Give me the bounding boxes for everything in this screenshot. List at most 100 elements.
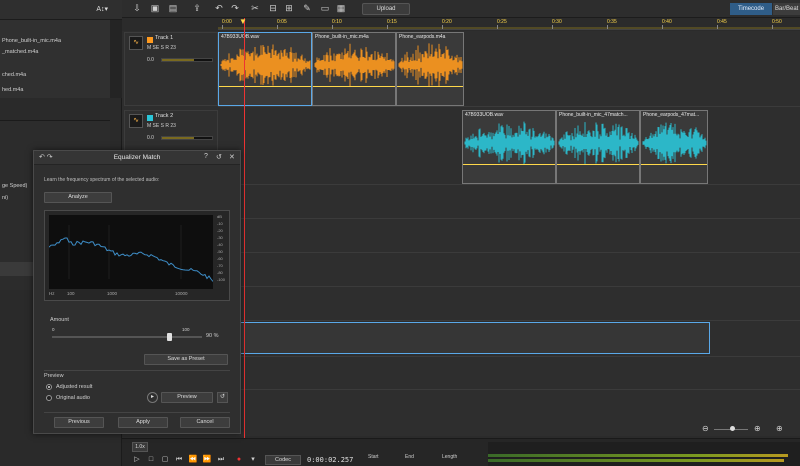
media-file-item[interactable]: _matched.m4a (2, 49, 38, 55)
undo-icon[interactable]: ↶ (214, 3, 224, 13)
audio-clip[interactable]: Phone_earpods_47mat... (640, 110, 708, 184)
font-size-button[interactable]: A↕▾ (96, 5, 108, 13)
clip-volume-line[interactable] (313, 86, 395, 87)
track-color-swatch[interactable] (147, 37, 153, 43)
timecode-toggle[interactable]: Timecode (730, 3, 772, 15)
y-tick: -20 (217, 228, 223, 233)
original-audio-radio[interactable] (46, 395, 52, 401)
effects-list-item[interactable]: ni) (2, 195, 8, 201)
zoom-in-icon[interactable]: ⊕ (754, 424, 761, 433)
track-name[interactable]: Track 1 (155, 35, 173, 41)
effects-list-item[interactable]: ge Speed) (2, 183, 27, 189)
help-icon[interactable]: ? (204, 153, 208, 160)
preview-loop-icon[interactable]: ↺ (217, 392, 228, 403)
zoom-out-icon[interactable]: ⊖ (702, 424, 709, 433)
stop-icon[interactable]: □ (146, 455, 156, 465)
cut-icon[interactable]: ✂ (250, 3, 260, 13)
track-name[interactable]: Track 2 (155, 113, 173, 119)
ruler-label: 0:35 (607, 19, 617, 25)
dialog-titlebar[interactable]: ↶ ↷ Equalizer Match ? ↺ ✕ (34, 151, 240, 165)
import-icon[interactable]: ⇩ (132, 3, 142, 13)
media-file-item[interactable]: ched.m4a (2, 72, 26, 78)
trim-icon[interactable]: ⊞ (284, 3, 294, 13)
ruler-label: 0:45 (717, 19, 727, 25)
clip-volume-line[interactable] (219, 86, 311, 87)
codec-dropdown[interactable]: Codec (265, 455, 301, 465)
media-file-list[interactable]: Phone_built-in_mic.m4a _matched.m4a ched… (0, 20, 110, 98)
play-icon[interactable]: ▷ (132, 455, 142, 465)
audio-clip[interactable]: 47B933UOB.wav (218, 32, 312, 106)
playback-zoom[interactable]: 1.0x (132, 442, 148, 452)
audio-clip[interactable]: Phone_built-in_mic.m4a (312, 32, 396, 106)
track-color-swatch[interactable] (147, 115, 153, 121)
analyze-button[interactable]: Analyze (44, 192, 112, 203)
zoom-slider-knob[interactable] (730, 426, 735, 431)
adjusted-result-radio[interactable] (46, 384, 52, 390)
playhead[interactable] (244, 18, 245, 438)
media-file-item[interactable]: hed.m4a (2, 87, 23, 93)
ruler-label: 0:20 (442, 19, 452, 25)
rewind-icon[interactable]: ⏪ (188, 455, 198, 465)
adjusted-result-label[interactable]: Adjusted result (56, 384, 92, 390)
upload-button[interactable]: Upload (362, 3, 410, 15)
split-icon[interactable]: ⊟ (268, 3, 278, 13)
clip-volume-line[interactable] (557, 164, 639, 165)
record-icon[interactable]: ● (234, 455, 244, 465)
clip-waveform (642, 122, 707, 164)
track-controls[interactable]: M SE S R 23 (147, 45, 176, 51)
track-controls[interactable]: M SE S R 23 (147, 123, 176, 129)
lane-divider (218, 218, 800, 219)
audio-clip[interactable]: Phone_built-in_mic_47match... (556, 110, 640, 184)
playhead-handle[interactable]: ▼ (239, 18, 249, 26)
preview-section-label: Preview (44, 373, 64, 379)
apply-button[interactable]: Apply (118, 417, 168, 428)
audio-level-meter (488, 442, 800, 466)
pause-icon[interactable]: ▢ (160, 455, 170, 465)
prev-icon[interactable]: ⏮ (174, 455, 184, 465)
ruler-tick (717, 25, 718, 29)
media-file-item[interactable]: Phone_built-in_mic.m4a (2, 38, 61, 44)
save-icon[interactable]: ▤ (168, 3, 178, 13)
track-volume-slider[interactable] (161, 58, 213, 62)
track-volume-slider[interactable] (161, 136, 213, 140)
clip-volume-line[interactable] (397, 86, 463, 87)
time-ruler[interactable]: 0:00 0:05 0:10 0:15 0:20 0:25 0:30 0:35 0:40 0:45… (218, 18, 800, 30)
audio-clip[interactable]: 47B933UOB.wav (462, 110, 556, 184)
close-icon[interactable]: ✕ (229, 153, 235, 161)
ruler-label: 0:15 (387, 19, 397, 25)
amount-slider-knob[interactable] (167, 333, 172, 341)
cancel-button[interactable]: Cancel (180, 417, 230, 428)
preview-button[interactable]: Preview (161, 392, 213, 403)
spectrum-graph-box: dB -10 -20 -30 -40 -50 -60 -70 -80 -100 … (44, 210, 230, 301)
bar-beat-toggle[interactable]: Bar/Beat (773, 3, 800, 15)
reset-icon[interactable]: ↺ (216, 153, 222, 161)
markers-icon[interactable]: ▦ (336, 3, 346, 13)
media-list-scrollbar[interactable] (110, 20, 122, 98)
amount-slider[interactable] (52, 333, 202, 341)
export-icon[interactable]: ⇪ (192, 3, 202, 13)
mix-icon[interactable]: ▭ (320, 3, 330, 13)
forward-icon[interactable]: ⏩ (202, 455, 212, 465)
ruler-label: 0:25 (497, 19, 507, 25)
record-options-icon[interactable]: ▾ (248, 455, 258, 465)
ruler-label: 0:05 (277, 19, 287, 25)
track-header-1[interactable]: ∿ Track 1 M SE S R 23 0.0 (124, 32, 218, 106)
x-tick: 10000 (175, 291, 188, 296)
ruler-tick (772, 25, 773, 29)
original-audio-label[interactable]: Original audio (56, 395, 90, 401)
clip-volume-line[interactable] (463, 164, 555, 165)
preview-play-icon[interactable]: ▸ (147, 392, 158, 403)
zoom-fit-icon[interactable]: ⊕ (776, 424, 783, 433)
previous-button[interactable]: Previous (54, 417, 104, 428)
ruler-tick (662, 25, 663, 29)
clip-volume-line[interactable] (641, 164, 707, 165)
clip-waveform (464, 121, 555, 165)
save-as-preset-button[interactable]: Save as Preset (144, 354, 228, 365)
redo-icon[interactable]: ↷ (230, 3, 240, 13)
empty-selected-clip[interactable] (218, 322, 710, 354)
next-icon[interactable]: ⏭ (216, 455, 226, 465)
audio-clip[interactable]: Phone_earpods.m4a (396, 32, 464, 106)
timeline-zoom: ⊖ ⊕ ⊕ (700, 423, 800, 437)
edit-icon[interactable]: ✎ (302, 3, 312, 13)
produce-icon[interactable]: ▣ (150, 3, 160, 13)
